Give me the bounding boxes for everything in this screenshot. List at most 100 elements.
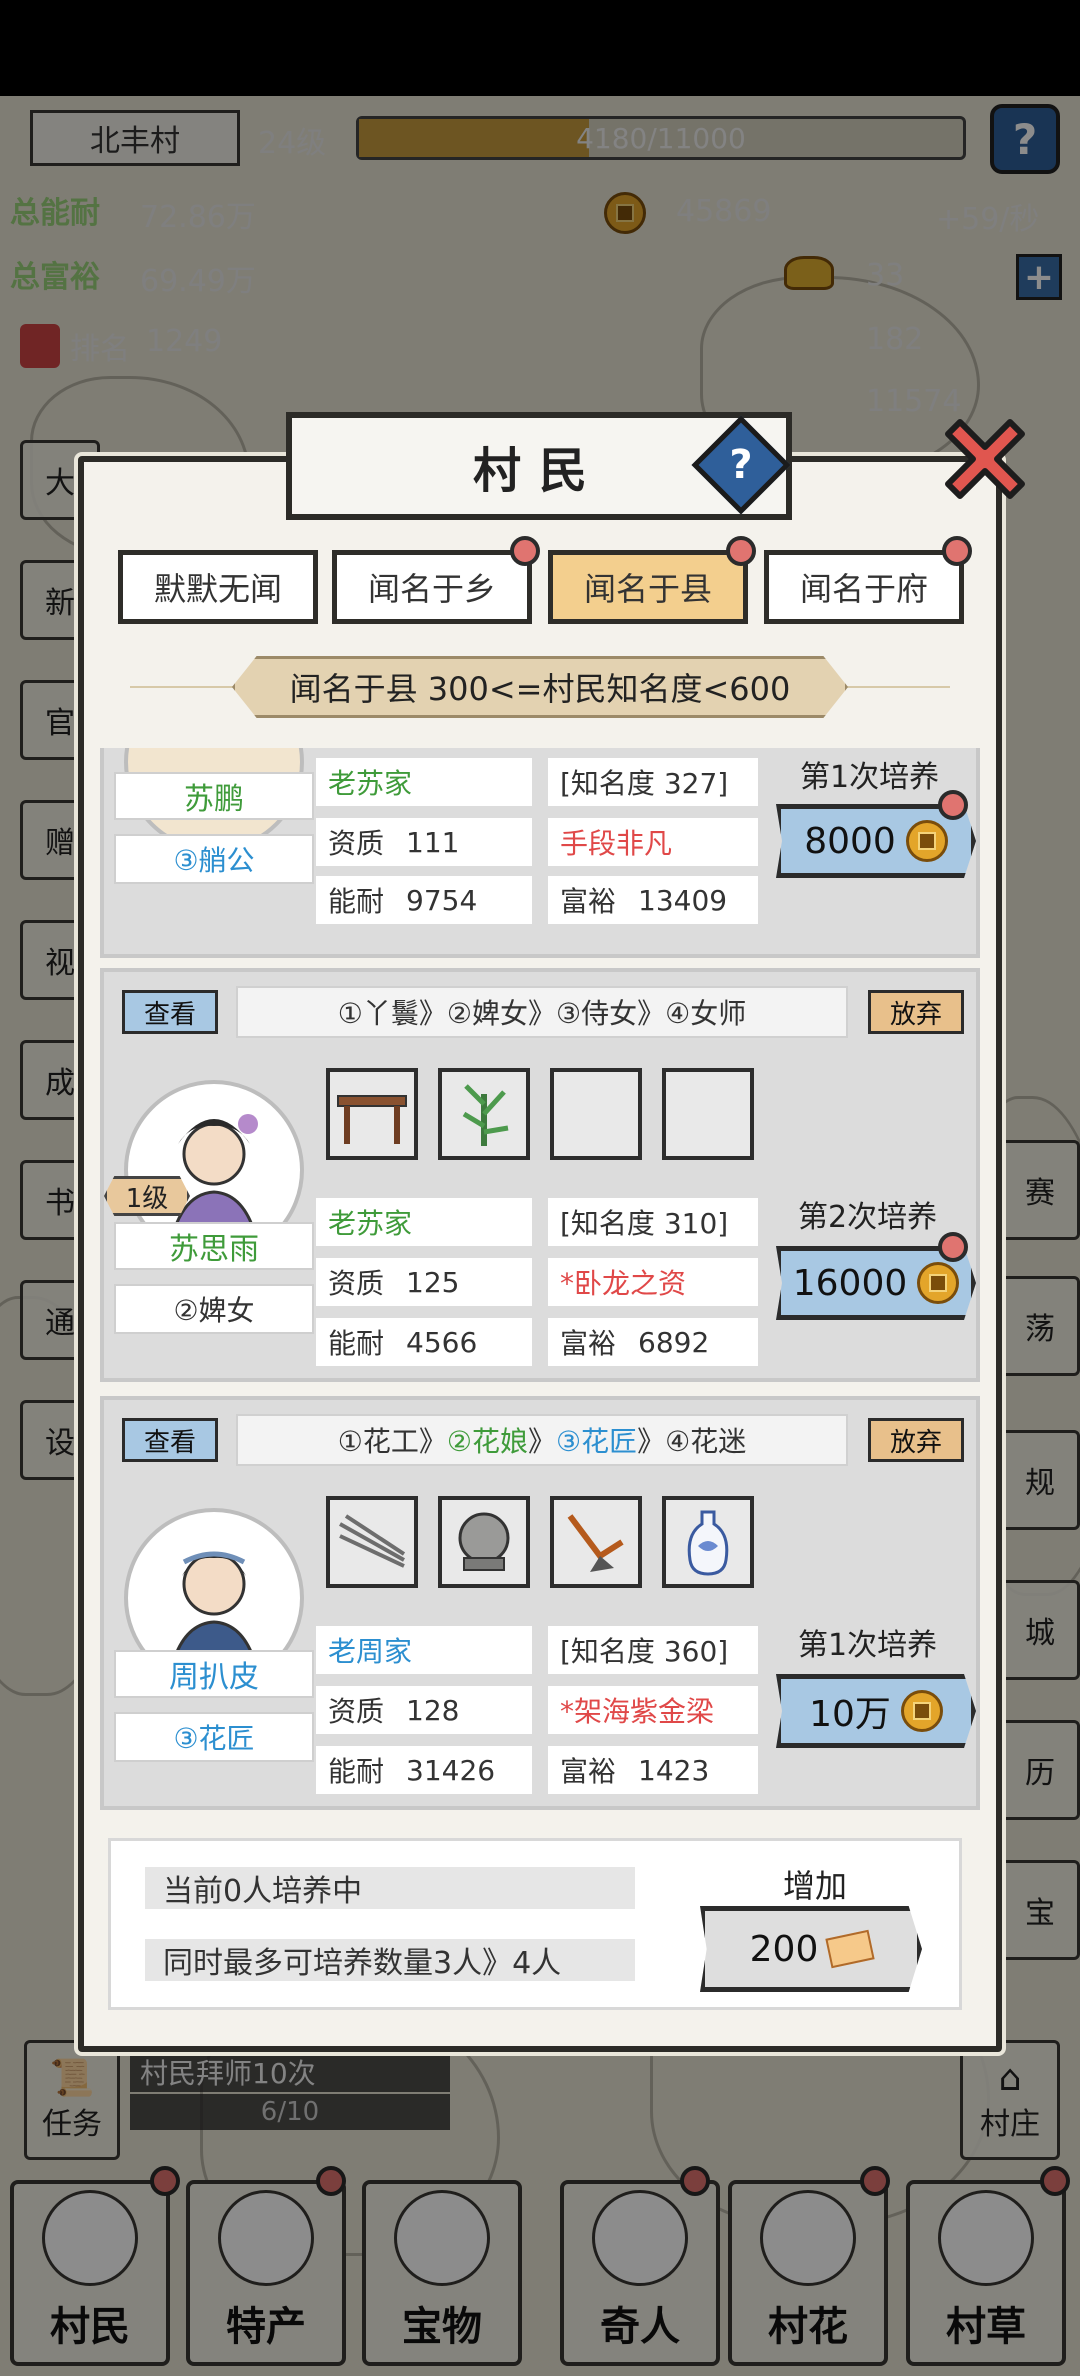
wealth-row: 富裕 13409	[548, 876, 758, 924]
wealth-value: 6892	[638, 1325, 710, 1359]
aptitude-value: 111	[406, 825, 460, 859]
notification-dot	[942, 536, 972, 566]
item-slot[interactable]	[662, 1496, 754, 1588]
aptitude-label: 资质	[328, 1695, 385, 1728]
copper-coin-icon	[900, 1690, 943, 1732]
view-button[interactable]: 查看	[122, 1418, 218, 1462]
give-up-button[interactable]: 放弃	[868, 990, 964, 1034]
tier-banner: 闻名于县 300<=村民知名度<600	[232, 656, 848, 718]
ability-label: 能耐	[328, 885, 385, 918]
copper-coin-icon	[917, 1262, 960, 1304]
notification-dot	[938, 790, 968, 820]
wealth-row: 富裕 6892	[548, 1318, 758, 1366]
tab-known-township[interactable]: 闻名于乡	[332, 550, 532, 624]
tab-known-prefecture[interactable]: 闻名于府	[764, 550, 964, 624]
copper-coin-icon	[905, 820, 948, 862]
tab-known-prefecture-label: 闻名于府	[799, 570, 928, 608]
train-cost: 16000	[792, 1262, 908, 1304]
notification-dot	[726, 536, 756, 566]
tab-known-county[interactable]: 闻名于县	[548, 550, 748, 624]
wealth-value: 1423	[638, 1753, 710, 1787]
path-step: ①花工	[337, 1425, 419, 1458]
path-step-current: ③花匠	[556, 1425, 638, 1458]
villager-card: 苏鹏 ③艄公 老苏家 [知名度 327] 资质 111 手段非凡 能耐 9754…	[100, 748, 980, 958]
aptitude-row: 资质 125	[316, 1258, 532, 1306]
item-slot[interactable]	[550, 1496, 642, 1588]
ability-value: 31426	[406, 1753, 496, 1787]
close-button[interactable]	[930, 404, 1040, 514]
item-slot-empty[interactable]	[550, 1068, 642, 1160]
ability-row: 能耐 31426	[316, 1746, 532, 1794]
max-training: 同时最多可培养数量3人》4人	[145, 1939, 635, 1981]
close-icon	[945, 419, 1025, 499]
path-arrow: 》	[637, 1425, 666, 1458]
train-count: 第1次培养	[800, 760, 940, 795]
tab-unknown-label: 默默无闻	[153, 570, 282, 608]
train-count: 第2次培养	[798, 1200, 938, 1235]
tab-known-township-label: 闻名于乡	[367, 570, 496, 608]
villager-rank: ③花匠	[114, 1712, 314, 1762]
aptitude-row: 资质 128	[316, 1686, 532, 1734]
notification-dot	[510, 536, 540, 566]
give-up-button[interactable]: 放弃	[868, 1418, 964, 1462]
aptitude-row: 资质 111	[316, 818, 532, 866]
view-button[interactable]: 查看	[122, 990, 218, 1034]
item-slot[interactable]	[326, 1496, 418, 1588]
villager-card: 查看 ①丫鬟 》 ②婢女 》 ③侍女 》 ④女师 放弃 1级 苏思雨 ②婢女 老…	[100, 968, 980, 1382]
path-step: ④女师	[665, 997, 747, 1030]
tab-unknown[interactable]: 默默无闻	[118, 550, 318, 624]
villager-card: 查看 ①花工 》 ②花娘 》 ③花匠 》 ④花迷 放弃 周扒皮 ③花匠 老周家 …	[100, 1396, 980, 1810]
villager-name: 周扒皮	[114, 1650, 314, 1698]
ticket-icon	[825, 1929, 875, 1969]
path-arrow: 》	[527, 1425, 556, 1458]
villager-fame: [知名度 327]	[548, 758, 758, 806]
train-cost: 10万	[809, 1694, 891, 1735]
villager-fame: [知名度 360]	[548, 1626, 758, 1674]
train-count: 第1次培养	[798, 1628, 938, 1663]
villager-family: 老苏家	[316, 1198, 532, 1246]
arrows-icon	[339, 1514, 406, 1568]
villager-talent: *卧龙之资	[548, 1258, 758, 1306]
item-slot[interactable]	[438, 1068, 530, 1160]
ability-value: 9754	[406, 883, 478, 917]
add-capacity-button[interactable]: 200	[700, 1906, 922, 1992]
promotion-path: ①花工 》 ②花娘 》 ③花匠 》 ④花迷	[236, 1414, 848, 1466]
training-now: 当前0人培养中	[145, 1867, 635, 1909]
train-button[interactable]: 10万	[776, 1674, 976, 1748]
ability-label: 能耐	[328, 1327, 385, 1360]
path-step: ②婢女	[446, 997, 528, 1030]
plow-icon	[567, 1514, 624, 1572]
villager-talent: 手段非凡	[548, 818, 758, 866]
item-slot-empty[interactable]	[662, 1068, 754, 1160]
item-slot[interactable]	[438, 1496, 530, 1588]
aptitude-label: 资质	[328, 1267, 385, 1300]
wealth-label: 富裕	[560, 1327, 617, 1360]
question-icon: ?	[729, 442, 753, 488]
villager-name: 苏鹏	[114, 772, 314, 820]
aptitude-value: 128	[406, 1693, 460, 1727]
villager-list[interactable]: 苏鹏 ③艄公 老苏家 [知名度 327] 资质 111 手段非凡 能耐 9754…	[100, 748, 980, 1818]
table-icon	[337, 1095, 407, 1144]
villager-family: 老周家	[316, 1626, 532, 1674]
promotion-path: ①丫鬟 》 ②婢女 》 ③侍女 》 ④女师	[236, 986, 848, 1038]
ability-label: 能耐	[328, 1755, 385, 1788]
villager-rank: ②婢女	[114, 1284, 314, 1334]
villager-talent: *架海紫金梁	[548, 1686, 758, 1734]
path-step-done: ②花娘	[446, 1425, 528, 1458]
wealth-label: 富裕	[560, 885, 617, 918]
vase-icon	[687, 1510, 729, 1576]
villager-fame: [知名度 310]	[548, 1198, 758, 1246]
add-label: 增加	[783, 1867, 848, 1905]
path-arrow: 》	[418, 1425, 447, 1458]
stone-icon	[458, 1512, 510, 1571]
notification-dot	[938, 1232, 968, 1262]
path-arrow: 》	[418, 997, 447, 1030]
aptitude-label: 资质	[328, 827, 385, 860]
item-slot[interactable]	[326, 1068, 418, 1160]
path-step: ③侍女	[556, 997, 638, 1030]
ability-row: 能耐 9754	[316, 876, 532, 924]
villager-name: 苏思雨	[114, 1222, 314, 1270]
path-arrow: 》	[527, 997, 556, 1030]
villager-family: 老苏家	[316, 758, 532, 806]
villager-rank: ③艄公	[114, 834, 314, 884]
